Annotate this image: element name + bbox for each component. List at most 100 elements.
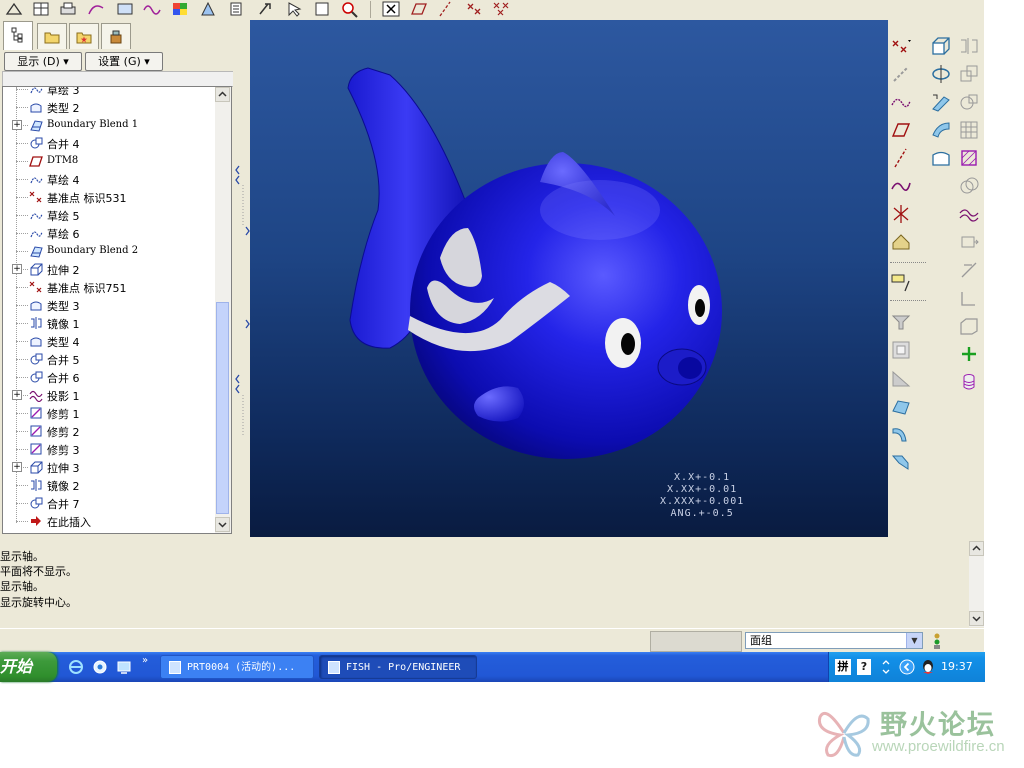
merge-tool-icon[interactable] xyxy=(958,175,980,197)
chevron-down-icon[interactable]: ▼ xyxy=(906,633,922,648)
message-scrollbar[interactable] xyxy=(969,541,984,627)
plane-display-icon[interactable] xyxy=(409,0,429,18)
printer-icon[interactable] xyxy=(58,0,78,18)
pattern-tool-icon[interactable] xyxy=(958,119,980,141)
display-menu-button[interactable]: 显示 (D) ▾ xyxy=(4,52,82,71)
annotation-tool-icon[interactable] xyxy=(890,271,912,293)
color-icon[interactable] xyxy=(170,0,190,18)
project-tool-icon[interactable] xyxy=(958,203,980,225)
surface-icon[interactable] xyxy=(115,0,135,18)
tab-favorites[interactable] xyxy=(69,23,99,49)
tree-item[interactable]: + 拉伸 2 xyxy=(3,260,216,278)
datum-axis-tool-icon[interactable] xyxy=(890,63,912,85)
tree-item[interactable]: + 拉伸 3 xyxy=(3,458,216,476)
csys-display-icon[interactable] xyxy=(491,0,511,18)
expand-icon[interactable]: + xyxy=(12,462,22,472)
tab-folder-browser[interactable] xyxy=(37,23,67,49)
mirror-tool-icon[interactable] xyxy=(958,35,980,57)
point-display-icon[interactable] xyxy=(464,0,484,18)
offset-tool-icon[interactable] xyxy=(958,231,980,253)
tree-item[interactable]: 在此插入 xyxy=(3,512,216,530)
tree-item[interactable]: 合并 7 xyxy=(3,494,216,512)
tree-item[interactable]: 修剪 3 xyxy=(3,440,216,458)
expand-icon[interactable]: + xyxy=(12,120,22,130)
datum-point-tool-icon[interactable] xyxy=(890,35,912,57)
sketch-tool-icon[interactable] xyxy=(86,0,106,18)
paste-tool-icon[interactable] xyxy=(958,91,980,113)
tree-item[interactable]: + Boundary Blend 1 xyxy=(3,116,216,134)
add-icon[interactable] xyxy=(958,343,980,365)
scroll-down-button[interactable] xyxy=(969,611,984,626)
internet-explorer-icon[interactable] xyxy=(68,659,84,675)
boundary-blend-tool-icon[interactable] xyxy=(958,147,980,169)
tree-item[interactable]: 基准点 标识531 xyxy=(3,188,216,206)
expand-icon[interactable]: + xyxy=(12,264,22,274)
render-icon[interactable] xyxy=(198,0,218,18)
desktop-icon[interactable] xyxy=(116,659,132,675)
blend-tool-icon[interactable] xyxy=(930,119,952,141)
shell-tool-icon[interactable] xyxy=(890,339,912,361)
trim-tool-icon[interactable] xyxy=(958,259,980,281)
axis-display-icon[interactable] xyxy=(436,0,456,18)
tree-item[interactable]: 镜像 1 xyxy=(3,314,216,332)
selection-filter-select[interactable]: 面组 ▼ xyxy=(745,632,923,649)
more-icon[interactable]: » xyxy=(142,655,148,666)
frame-icon[interactable] xyxy=(312,0,332,18)
tree-item[interactable]: 合并 6 xyxy=(3,368,216,386)
tree-item[interactable]: 类型 2 xyxy=(3,98,216,116)
sketched-curve-tool-icon[interactable] xyxy=(890,91,912,113)
datum-plane-tool-icon[interactable] xyxy=(890,119,912,141)
chamfer-tool-icon[interactable] xyxy=(890,451,912,473)
show-hidden-icons-button[interactable] xyxy=(899,659,915,675)
coordinate-system-tool-icon[interactable] xyxy=(890,203,912,225)
tree-item[interactable]: 修剪 2 xyxy=(3,422,216,440)
tree-item[interactable]: 合并 5 xyxy=(3,350,216,368)
tree-item[interactable]: 修剪 1 xyxy=(3,404,216,422)
taskbar-button[interactable]: PRT0004 (活动的)... xyxy=(160,655,314,679)
copy-tool-icon[interactable] xyxy=(958,63,980,85)
curve-icon[interactable] xyxy=(142,0,162,18)
scroll-up-button[interactable] xyxy=(969,541,984,556)
scroll-thumb[interactable] xyxy=(216,302,229,514)
style-tool-icon[interactable] xyxy=(930,147,952,169)
tree-item[interactable]: 草绘 4 xyxy=(3,170,216,188)
tree-item[interactable]: DTM8 xyxy=(3,152,216,170)
zoom-icon[interactable] xyxy=(340,0,360,18)
draft-tool-icon[interactable] xyxy=(890,395,912,417)
regenerate-icon[interactable] xyxy=(256,0,276,18)
revolve-tool-icon[interactable] xyxy=(930,63,952,85)
round-tool-icon[interactable] xyxy=(890,423,912,445)
tree-item[interactable]: 类型 3 xyxy=(3,296,216,314)
model-setup-icon[interactable] xyxy=(226,0,246,18)
scroll-down-button[interactable] xyxy=(215,517,230,532)
tree-item[interactable]: 草绘 6 xyxy=(3,224,216,242)
browser-icon[interactable] xyxy=(92,659,108,675)
tree-item[interactable]: 草绘 3 xyxy=(3,87,216,98)
tree-item[interactable]: 镜像 2 xyxy=(3,476,216,494)
tree-item[interactable]: 类型 4 xyxy=(3,332,216,350)
help-icon[interactable]: ? xyxy=(857,659,871,675)
expand-icon[interactable]: + xyxy=(12,390,22,400)
pick-icon[interactable] xyxy=(284,0,304,18)
tree-item[interactable]: Boundary Blend 2 xyxy=(3,242,216,260)
table-icon[interactable] xyxy=(31,0,51,18)
start-button[interactable]: 开始 xyxy=(0,652,57,682)
panel-splitter[interactable] xyxy=(233,20,250,537)
axis-tool-icon[interactable] xyxy=(890,147,912,169)
tree-item[interactable]: + 投影 1 xyxy=(3,386,216,404)
scroll-up-button[interactable] xyxy=(215,87,230,102)
tree-item[interactable]: 草绘 5 xyxy=(3,206,216,224)
tab-model-tree[interactable] xyxy=(3,21,33,50)
view-icon[interactable] xyxy=(4,0,24,18)
thicken-tool-icon[interactable] xyxy=(958,315,980,337)
tree-item[interactable]: 基准点 标识751 xyxy=(3,278,216,296)
extend-tool-icon[interactable] xyxy=(958,287,980,309)
sweep-tool-icon[interactable] xyxy=(930,91,952,113)
graphics-window[interactable]: X.X+-0.1 X.XX+-0.01 X.XXX+-0.001 ANG.+-0… xyxy=(250,20,888,537)
fish-model[interactable] xyxy=(250,20,888,537)
curve-tool-icon[interactable] xyxy=(890,175,912,197)
settings-menu-button[interactable]: 设置 (G) ▾ xyxy=(85,52,163,71)
tray-arrows-icon[interactable] xyxy=(881,658,891,676)
tree-item[interactable]: 合并 4 xyxy=(3,134,216,152)
close-window-icon[interactable] xyxy=(381,0,401,18)
